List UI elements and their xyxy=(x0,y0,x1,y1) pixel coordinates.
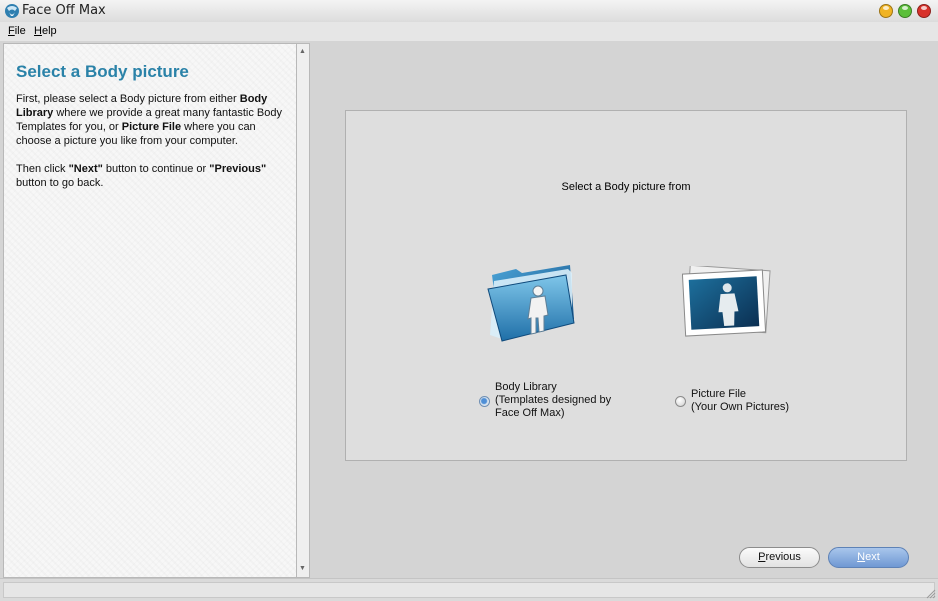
text-segment: First, please select a Body picture from… xyxy=(16,93,240,105)
option-line: Body Library xyxy=(495,381,557,393)
body-library-label[interactable]: Body Library (Templates designed by Face… xyxy=(495,381,611,420)
menu-help[interactable]: Help xyxy=(34,25,57,37)
bold-previous: "Previous" xyxy=(209,163,267,175)
picture-file-label[interactable]: Picture File (Your Own Pictures) xyxy=(691,388,789,414)
scroll-down-arrow-icon[interactable]: ▼ xyxy=(299,565,306,572)
previous-label: revious xyxy=(765,551,801,563)
choice-heading: Select a Body picture from xyxy=(561,181,691,193)
maximize-button[interactable] xyxy=(898,4,912,18)
text-segment: Then click xyxy=(16,163,69,175)
next-mnemonic: N xyxy=(857,551,866,563)
folder-person-icon[interactable] xyxy=(486,261,578,343)
instructions-text: First, please select a Body picture from… xyxy=(16,92,286,204)
instructions-panel: Select a Body picture First, please sele… xyxy=(3,43,297,578)
menu-bar: File Help xyxy=(0,22,938,41)
status-bar xyxy=(0,578,938,601)
step-title: Select a Body picture xyxy=(16,62,189,81)
menu-help-mnemonic: H xyxy=(34,25,42,37)
window-title: Face Off Max xyxy=(22,3,106,18)
next-button[interactable]: Next xyxy=(828,547,909,568)
instructions-scrollbar[interactable]: ▲ ▼ xyxy=(296,43,310,578)
menu-file-label: ile xyxy=(14,25,26,37)
bold-next: "Next" xyxy=(68,163,103,175)
resize-grip-icon[interactable] xyxy=(926,589,936,599)
body-library-radio[interactable] xyxy=(479,396,490,407)
option-line: (Templates designed by xyxy=(495,394,612,406)
close-button[interactable] xyxy=(917,4,931,18)
photo-person-icon[interactable] xyxy=(682,266,772,338)
minimize-button[interactable] xyxy=(879,4,893,18)
option-line: (Your Own Pictures) xyxy=(691,401,790,413)
menu-file-mnemonic: F xyxy=(8,25,15,37)
option-line: Picture File xyxy=(691,388,747,400)
instructions-paragraph-1: First, please select a Body picture from… xyxy=(16,92,286,148)
scroll-up-arrow-icon[interactable]: ▲ xyxy=(299,48,306,55)
previous-button[interactable]: Previous xyxy=(739,547,820,568)
picture-file-radio[interactable] xyxy=(675,396,686,407)
text-segment: button to continue or xyxy=(102,163,210,175)
next-label: ext xyxy=(865,551,880,563)
body-source-choice-box: Select a Body picture from Body Library … xyxy=(345,110,907,461)
option-line: Face Off Max) xyxy=(495,407,565,419)
face-off-max-app-icon xyxy=(5,4,19,18)
instructions-paragraph-2: Then click "Next" button to continue or … xyxy=(16,162,286,190)
text-segment: button to go back. xyxy=(16,177,104,189)
menu-help-label: elp xyxy=(41,25,57,37)
menu-file[interactable]: File xyxy=(8,25,26,37)
bold-picture-file: Picture File xyxy=(121,121,182,133)
title-bar[interactable]: Face Off Max xyxy=(0,0,938,23)
status-bar-field xyxy=(3,582,935,598)
